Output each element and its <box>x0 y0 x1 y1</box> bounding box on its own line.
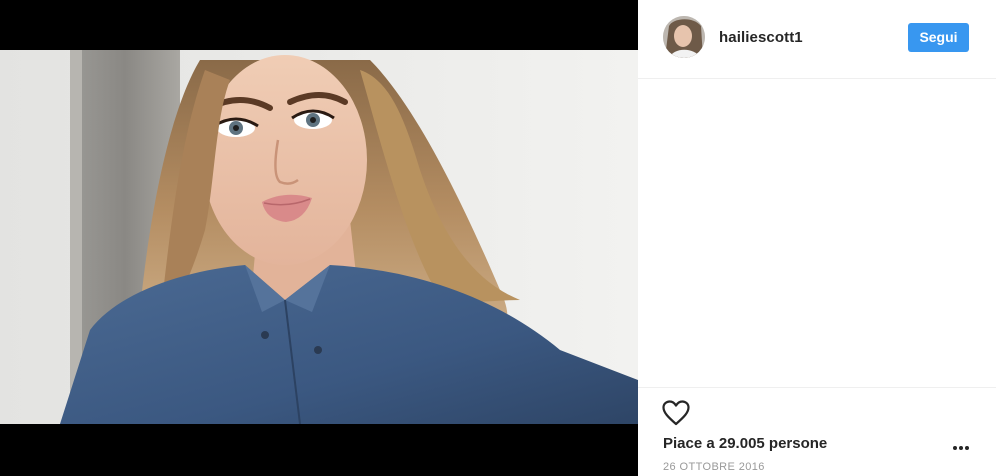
post-header: hailiescott1 Segui <box>638 0 996 79</box>
more-options-icon[interactable] <box>951 440 971 456</box>
username[interactable]: hailiescott1 <box>719 29 803 46</box>
post-photo[interactable] <box>0 50 638 424</box>
post-sidebar: hailiescott1 Segui Piace a 29.005 person… <box>638 0 996 476</box>
post-footer: Piace a 29.005 persone 26 OTTOBRE 2016 <box>638 387 996 476</box>
selfie-illustration <box>0 50 638 424</box>
post-dialog: hailiescott1 Segui Piace a 29.005 person… <box>0 0 996 476</box>
likes-count[interactable]: Piace a 29.005 persone <box>663 435 827 452</box>
heart-outline-icon[interactable] <box>662 400 690 426</box>
follow-button[interactable]: Segui <box>908 23 969 52</box>
avatar-image <box>663 16 705 58</box>
post-media <box>0 0 638 476</box>
avatar[interactable] <box>663 16 705 58</box>
post-date[interactable]: 26 OTTOBRE 2016 <box>663 461 765 473</box>
comments-area <box>638 79 996 387</box>
